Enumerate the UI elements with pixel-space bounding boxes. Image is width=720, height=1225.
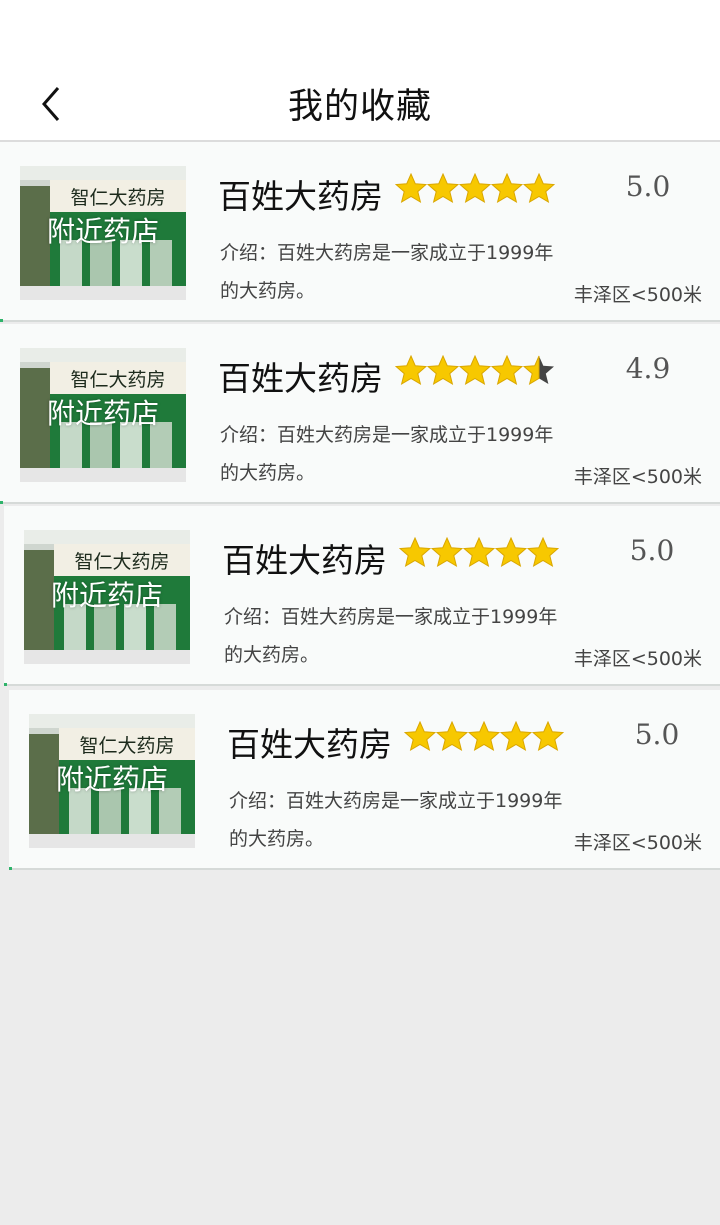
divider [0, 501, 3, 504]
store-thumbnail: 智仁大药房 附近药店 [24, 530, 190, 664]
store-intro: 介绍：百姓大药房是一家成立于1999年的大药房。 [220, 424, 554, 484]
rating-stars [404, 721, 564, 753]
star-icon [523, 173, 555, 204]
svg-text:智仁大药房: 智仁大药房 [70, 369, 165, 391]
store-thumbnail: 智仁大药房 附近药店 [29, 714, 195, 848]
rating-value: 4.9 [625, 352, 671, 385]
thumb-label: 附近药店 [46, 397, 159, 430]
store-distance: 丰泽区<500米 [573, 466, 702, 488]
store-name: 百姓大药房 [218, 177, 383, 216]
favorite-card[interactable]: 智仁大药房 附近药店 百姓大药房 4.9 介绍：百姓大药房是一家成立于1999年… [0, 324, 720, 504]
rating-stars [395, 173, 555, 205]
star-icon [500, 721, 532, 752]
thumb-label: 附近药店 [46, 215, 159, 248]
store-name: 百姓大药房 [227, 725, 392, 764]
star-icon [395, 173, 427, 204]
store-intro: 介绍：百姓大药房是一家成立于1999年的大药房。 [224, 606, 558, 666]
star-icon [399, 537, 431, 568]
star-icon [527, 537, 559, 568]
star-icon [532, 721, 564, 752]
rating-value: 5.0 [629, 534, 675, 567]
rating-value: 5.0 [634, 718, 680, 751]
star-icon [491, 355, 523, 386]
divider [9, 867, 12, 870]
star-icon [459, 173, 491, 204]
star-icon [468, 721, 500, 752]
star-icon [495, 537, 527, 568]
thumb-label: 附近药店 [55, 763, 168, 796]
store-thumbnail: 智仁大药房 附近药店 [20, 348, 186, 482]
rating-stars [399, 537, 559, 569]
store-distance: 丰泽区<500米 [573, 832, 702, 854]
store-intro: 介绍：百姓大药房是一家成立于1999年的大药房。 [220, 242, 554, 302]
store-distance: 丰泽区<500米 [573, 284, 702, 306]
page-title: 我的收藏 [287, 87, 432, 127]
svg-text:智仁大药房: 智仁大药房 [79, 735, 174, 757]
store-intro: 介绍：百姓大药房是一家成立于1999年的大药房。 [229, 790, 563, 850]
store-thumbnail: 智仁大药房 附近药店 [20, 166, 186, 300]
svg-text:智仁大药房: 智仁大药房 [74, 551, 169, 573]
star-icon [463, 537, 495, 568]
store-name: 百姓大药房 [222, 541, 387, 580]
rating-value: 5.0 [625, 170, 671, 203]
star-icon [459, 355, 491, 386]
star-icon [427, 173, 459, 204]
app-header: 我的收藏 [0, 0, 720, 142]
star-icon [431, 537, 463, 568]
star-icon [404, 721, 436, 752]
half-star-icon [523, 355, 554, 386]
divider [0, 319, 3, 322]
store-distance: 丰泽区<500米 [573, 648, 702, 670]
star-icon [491, 173, 523, 204]
favorite-card[interactable]: 智仁大药房 附近药店 百姓大药房 5.0 介绍：百姓大药房是一家成立于1999年… [0, 142, 720, 322]
rating-stars [395, 355, 555, 387]
store-name: 百姓大药房 [218, 359, 383, 398]
svg-text:智仁大药房: 智仁大药房 [70, 187, 165, 209]
star-icon [427, 355, 459, 386]
favorite-card[interactable]: 智仁大药房 附近药店 百姓大药房 5.0 介绍：百姓大药房是一家成立于1999年… [9, 690, 720, 870]
favorite-card[interactable]: 智仁大药房 附近药店 百姓大药房 5.0 介绍：百姓大药房是一家成立于1999年… [4, 506, 720, 686]
star-icon [436, 721, 468, 752]
thumb-label: 附近药店 [50, 579, 163, 612]
star-icon [395, 355, 427, 386]
divider [4, 683, 7, 686]
